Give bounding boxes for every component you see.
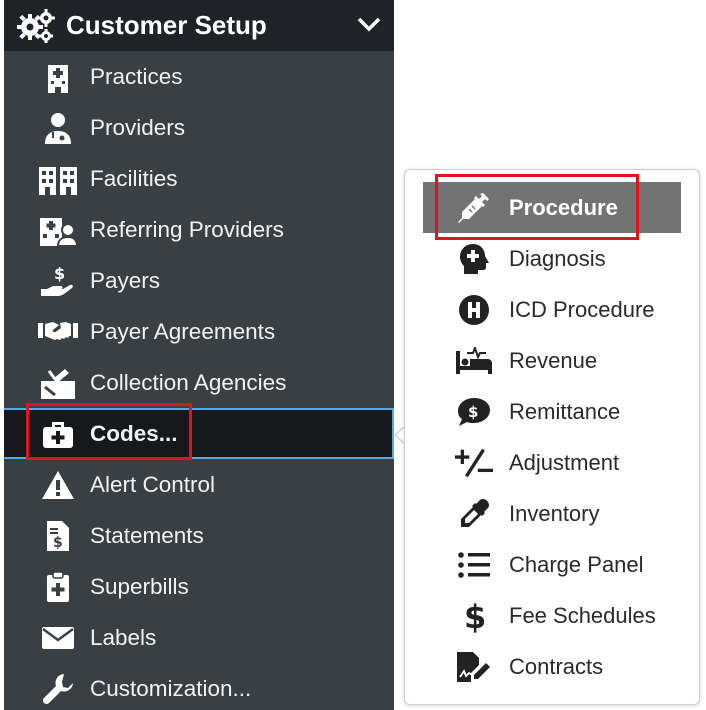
invoice-icon: $ <box>38 516 78 556</box>
submenu-item-label: Charge Panel <box>509 551 644 577</box>
menu-item-alert-control[interactable]: Alert Control <box>4 459 394 510</box>
customer-setup-menu: Customer Setup Practices Providers Facil… <box>4 0 394 710</box>
menu-item-practices[interactable]: Practices <box>4 51 394 102</box>
hospital-icon <box>38 57 78 97</box>
submenu-item-inventory[interactable]: Inventory <box>423 488 681 539</box>
svg-text:$: $ <box>468 403 478 421</box>
hospital-user-icon <box>38 210 78 250</box>
menu-item-label: Referring Providers <box>90 216 284 242</box>
submenu-item-procedure[interactable]: Procedure <box>423 182 681 233</box>
codes-submenu: Procedure Diagnosis ICD Procedure Revenu… <box>404 169 700 705</box>
menu-item-referring-providers[interactable]: Referring Providers <box>4 204 394 255</box>
menu-item-superbills[interactable]: Superbills <box>4 561 394 612</box>
wrench-icon <box>38 669 78 709</box>
chevron-down-icon[interactable] <box>356 14 382 36</box>
doctor-icon <box>38 108 78 148</box>
bed-pulse-icon <box>455 342 493 380</box>
menu-item-label: Codes... <box>90 420 178 446</box>
menu-item-label: Payers <box>90 267 161 293</box>
submenu-item-label: ICD Procedure <box>509 296 655 322</box>
plus-minus-icon <box>455 444 493 482</box>
head-plus-icon <box>455 240 493 278</box>
submenu-item-fee-schedules[interactable]: $ Fee Schedules <box>423 590 681 641</box>
menu-item-customization[interactable]: Customization... <box>4 663 394 710</box>
submenu-item-label: Diagnosis <box>509 245 606 271</box>
envelope-icon <box>38 618 78 658</box>
menu-item-label: Alert Control <box>90 471 216 497</box>
menu-item-label: Payer Agreements <box>90 318 276 344</box>
list-icon <box>455 546 493 584</box>
gears-icon <box>16 6 56 46</box>
svg-text:$: $ <box>464 599 485 633</box>
menu-item-label: Providers <box>90 114 186 140</box>
submenu-item-adjustment[interactable]: Adjustment <box>423 437 681 488</box>
menu-item-label: Facilities <box>90 165 178 191</box>
menu-item-payer-agreements[interactable]: Payer Agreements <box>4 306 394 357</box>
submenu-item-diagnosis[interactable]: Diagnosis <box>423 233 681 284</box>
submenu-item-icd-procedure[interactable]: ICD Procedure <box>423 284 681 335</box>
menu-item-payers[interactable]: $ Payers <box>4 255 394 306</box>
menu-title: Customer Setup <box>66 10 267 40</box>
submenu-item-label: Contracts <box>509 653 604 679</box>
buildings-icon <box>38 159 78 199</box>
svg-text:$: $ <box>53 535 63 551</box>
eyedropper-icon <box>455 495 493 533</box>
submenu-item-remittance[interactable]: $ Remittance <box>423 386 681 437</box>
svg-text:$: $ <box>54 265 65 283</box>
menu-item-label: Labels <box>90 624 157 650</box>
submenu-item-label: Inventory <box>509 500 600 526</box>
file-signature-icon <box>455 648 493 686</box>
warning-icon <box>38 465 78 505</box>
submenu-item-contracts[interactable]: Contracts <box>423 641 681 692</box>
submenu-item-charge-panel[interactable]: Charge Panel <box>423 539 681 590</box>
submenu-item-label: Procedure <box>509 194 618 220</box>
menu-item-label: Collection Agencies <box>90 369 287 395</box>
submenu-item-label: Remittance <box>509 398 621 424</box>
menu-item-label: Customization... <box>90 675 252 701</box>
menu-item-providers[interactable]: Providers <box>4 102 394 153</box>
menu-header[interactable]: Customer Setup <box>4 0 394 51</box>
dollar-bubble-icon: $ <box>455 393 493 431</box>
medkit-icon <box>38 414 78 454</box>
syringe-icon <box>455 189 493 227</box>
sign-icon <box>38 363 78 403</box>
menu-item-collection-agencies[interactable]: Collection Agencies <box>4 357 394 408</box>
clipboard-plus-icon <box>38 567 78 607</box>
menu-item-facilities[interactable]: Facilities <box>4 153 394 204</box>
menu-item-label: Practices <box>90 63 183 89</box>
menu-item-codes[interactable]: Codes... <box>4 408 394 459</box>
menu-item-label: Superbills <box>90 573 189 599</box>
submenu-item-label: Adjustment <box>509 449 620 475</box>
menu-item-statements[interactable]: $ Statements <box>4 510 394 561</box>
h-circle-icon <box>455 291 493 329</box>
menu-item-labels[interactable]: Labels <box>4 612 394 663</box>
submenu-item-label: Fee Schedules <box>509 602 656 628</box>
handshake-icon <box>38 312 78 352</box>
submenu-item-label: Revenue <box>509 347 598 373</box>
menu-item-label: Statements <box>90 522 204 548</box>
submenu-item-revenue[interactable]: Revenue <box>423 335 681 386</box>
dollar-icon: $ <box>455 597 493 635</box>
hand-dollar-icon: $ <box>38 261 78 301</box>
